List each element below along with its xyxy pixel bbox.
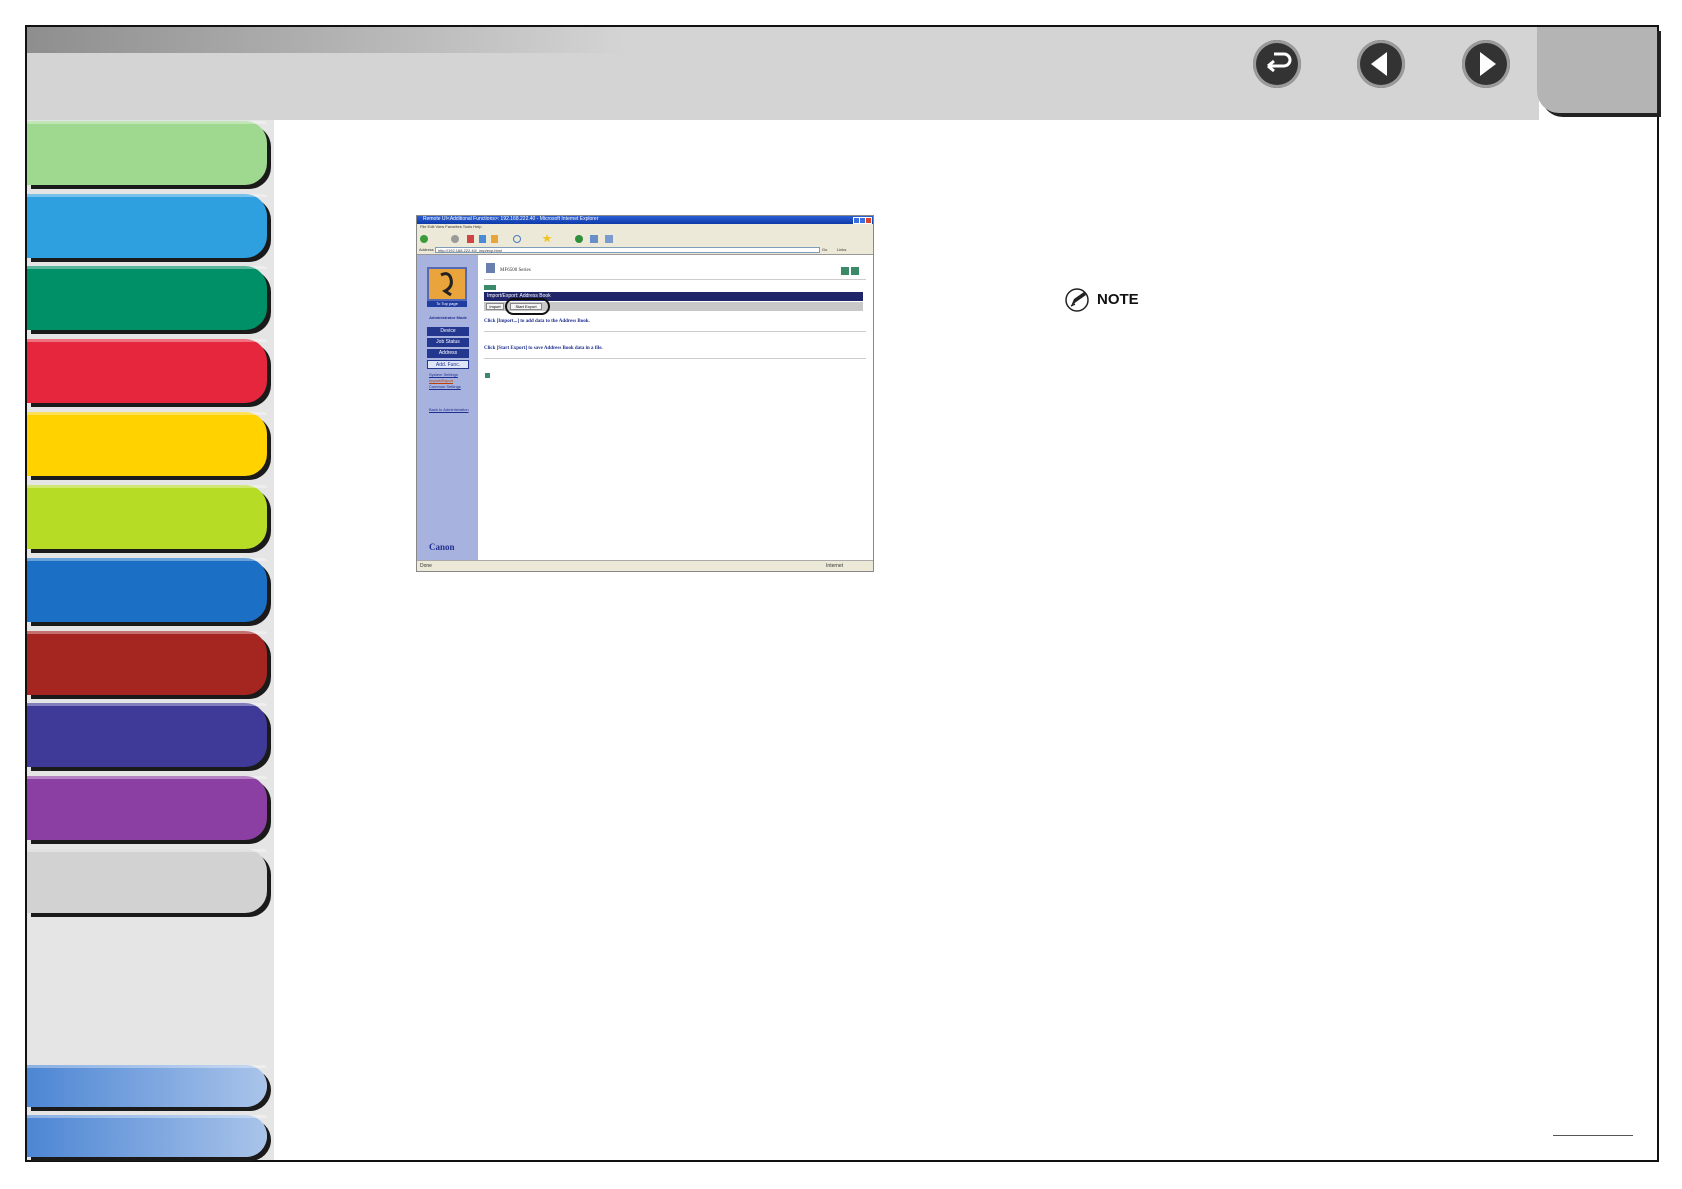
sub-link-import-export[interactable]: Import/Export bbox=[429, 378, 453, 383]
sub-link-system-settings[interactable]: System Settings bbox=[429, 372, 458, 377]
close-icon[interactable] bbox=[865, 217, 872, 224]
media-icon[interactable] bbox=[575, 235, 583, 243]
stop-icon[interactable] bbox=[467, 235, 474, 243]
divider bbox=[484, 279, 866, 280]
mode-label: Administrator Mode bbox=[429, 315, 467, 320]
refresh-page-icon[interactable] bbox=[841, 267, 849, 275]
nav-job-status[interactable]: Job Status bbox=[427, 338, 469, 347]
help-icon[interactable] bbox=[851, 267, 859, 275]
divider bbox=[484, 331, 866, 332]
address-input[interactable]: http://192.168.222.40/_imp/exp.html bbox=[435, 247, 820, 253]
chapter-tab-8[interactable] bbox=[27, 631, 267, 695]
pencil-note-icon bbox=[1065, 288, 1089, 312]
remote-ui-left-panel: To Top page Administrator Mode Device Jo… bbox=[417, 255, 478, 560]
chapter-tab-10[interactable] bbox=[27, 776, 267, 840]
canon-logo: Canon bbox=[429, 542, 455, 552]
ie-title-bar: Remote UI<Additional Functions>: 192.168… bbox=[417, 216, 873, 224]
top-bar-gradient bbox=[27, 27, 627, 53]
remote-ui-main: MF6500 Series Import/Export: Address Boo… bbox=[478, 255, 873, 560]
import-instruction: Click [Import...] to add data to the Add… bbox=[484, 319, 590, 324]
home-icon[interactable] bbox=[491, 235, 498, 243]
chapter-tab-5[interactable] bbox=[27, 412, 267, 476]
chapter-tab-6[interactable] bbox=[27, 485, 267, 549]
chapter-tab-2[interactable] bbox=[27, 194, 267, 258]
previous-page-button[interactable] bbox=[1357, 40, 1405, 88]
chapter-tab-9[interactable] bbox=[27, 703, 267, 767]
contents-corner-tab[interactable] bbox=[1537, 27, 1657, 113]
history-icon[interactable] bbox=[590, 235, 598, 243]
divider bbox=[484, 358, 866, 359]
mail-icon[interactable] bbox=[605, 235, 613, 243]
return-button[interactable] bbox=[1253, 40, 1301, 88]
ie-window-title: Remote UI<Additional Functions>: 192.168… bbox=[423, 216, 599, 222]
note-label: NOTE bbox=[1097, 291, 1139, 308]
printer-icon bbox=[486, 263, 495, 273]
back-arrow-icon[interactable] bbox=[484, 285, 496, 290]
search-icon[interactable] bbox=[513, 235, 521, 243]
chapter-tab-11[interactable] bbox=[27, 849, 267, 913]
forward-icon[interactable] bbox=[451, 235, 459, 243]
back-icon[interactable] bbox=[420, 235, 428, 243]
glossary-tab[interactable] bbox=[27, 1115, 267, 1157]
page-number-rule bbox=[1553, 1135, 1633, 1136]
chapter-tab-3[interactable] bbox=[27, 266, 267, 330]
previous-page-icon bbox=[1371, 52, 1387, 76]
links-label[interactable]: Links bbox=[837, 247, 846, 252]
remote-ui-screenshot: Remote UI<Additional Functions>: 192.168… bbox=[416, 215, 874, 572]
highlight-callout bbox=[505, 298, 550, 315]
go-button[interactable]: Go bbox=[822, 247, 827, 252]
remote-ui-portal-icon[interactable] bbox=[427, 267, 467, 301]
back-to-admin-link[interactable]: Back to Administration bbox=[429, 407, 469, 412]
back-to-top-icon[interactable] bbox=[485, 373, 490, 378]
nav-add-func[interactable]: Add. Func. bbox=[427, 360, 469, 369]
nav-address[interactable]: Address bbox=[427, 349, 469, 358]
ie-address-bar: Address http://192.168.222.40/_imp/exp.h… bbox=[417, 246, 873, 255]
nav-device[interactable]: Device bbox=[427, 327, 469, 336]
next-page-button[interactable] bbox=[1462, 40, 1510, 88]
address-label: Address bbox=[419, 247, 434, 252]
portal-caption[interactable]: To Top page bbox=[427, 301, 467, 307]
window-controls[interactable] bbox=[853, 217, 872, 224]
ie-status-bar: Done Internet bbox=[417, 560, 873, 571]
export-instruction: Click [Start Export] to save Address Boo… bbox=[484, 346, 603, 351]
top-bar bbox=[27, 27, 1539, 120]
chapter-tab-1[interactable] bbox=[27, 121, 267, 185]
status-done: Done bbox=[420, 563, 432, 569]
index-tab[interactable] bbox=[27, 1065, 267, 1107]
status-zone: Internet bbox=[826, 563, 843, 569]
device-title: MF6500 Series bbox=[500, 268, 531, 273]
next-page-icon bbox=[1480, 52, 1496, 76]
chapter-tab-4[interactable] bbox=[27, 339, 267, 403]
refresh-icon[interactable] bbox=[479, 235, 486, 243]
chapter-tab-7[interactable] bbox=[27, 558, 267, 622]
sub-link-common-settings[interactable]: Common Settings bbox=[429, 384, 461, 389]
ie-menu-bar[interactable]: File Edit View Favorites Tools Help bbox=[417, 224, 873, 232]
ie-toolbar[interactable] bbox=[417, 232, 873, 247]
import-button[interactable]: Import bbox=[486, 303, 504, 310]
favorites-icon[interactable] bbox=[542, 234, 552, 243]
return-icon bbox=[1267, 52, 1292, 73]
